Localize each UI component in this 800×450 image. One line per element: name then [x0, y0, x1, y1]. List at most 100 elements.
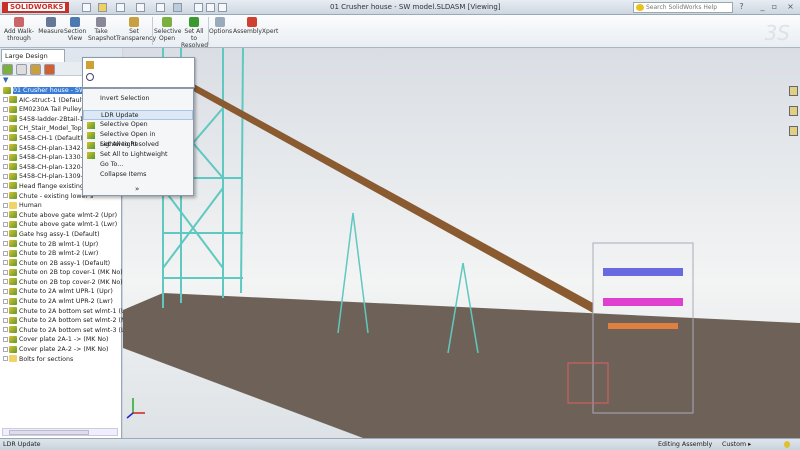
expand-icon[interactable] [3, 135, 8, 141]
menu-item-selective-open-in-lightweight[interactable]: Selective Open in Lightweight [83, 130, 193, 148]
tree-item[interactable]: Cover plate 2A-1 -> (MK No) [0, 335, 121, 345]
tree-item-label: Chute to 2A wlmt UPR-1 (Upr) [19, 288, 113, 296]
file-properties-icon[interactable] [206, 3, 215, 12]
expand-icon[interactable] [3, 346, 8, 352]
scene-tool-icon[interactable] [789, 126, 798, 136]
expand-icon[interactable] [3, 145, 8, 151]
tree-item[interactable]: Chute to 2B wlmt-1 (Upr) [0, 240, 121, 250]
expand-icon[interactable] [3, 356, 8, 362]
select-icon[interactable] [173, 3, 182, 12]
selective-open-button[interactable]: Selective Open [154, 17, 181, 42]
window-title: 01 Crusher house - SW model.SLDASM [View… [330, 3, 501, 11]
tree-item[interactable]: Human [0, 201, 121, 211]
appearance-tool-icon[interactable] [789, 106, 798, 116]
expand-icon[interactable] [3, 106, 8, 112]
print-icon[interactable] [136, 3, 145, 12]
expand-menu-chevron-icon[interactable]: » [135, 185, 139, 193]
component-icon [9, 316, 17, 324]
zoom-to-selection-icon[interactable] [86, 73, 94, 81]
expand-icon[interactable] [3, 193, 8, 199]
expand-icon[interactable] [3, 241, 8, 246]
expand-icon[interactable] [3, 336, 8, 342]
add-walkthrough-button[interactable]: Add Walk-through [2, 17, 36, 42]
expand-icon[interactable] [3, 164, 8, 170]
component-icon [9, 96, 17, 104]
measure-button[interactable]: Measure [38, 17, 64, 35]
expand-icon[interactable] [3, 202, 8, 208]
units-dropdown[interactable]: Custom ▸ [722, 439, 751, 450]
expand-icon[interactable] [3, 327, 8, 333]
expand-icon[interactable] [3, 212, 8, 218]
expand-icon[interactable] [3, 317, 8, 323]
horizontal-scrollbar[interactable] [2, 428, 118, 436]
tree-item[interactable]: Chute to 2A bottom set wlmt-1 (Upr) [0, 307, 135, 317]
tree-item[interactable]: Chute to 2A wlmt UPR-2 (Lwr) [0, 297, 121, 307]
component-icon [9, 268, 17, 276]
tree-item[interactable]: Chute on 2B top cover-1 (MK No) [0, 268, 123, 278]
menu-item-icon [87, 122, 95, 129]
help-icon[interactable]: ? [737, 3, 746, 12]
take-snapshot-button[interactable]: Take Snapshot [88, 17, 116, 42]
expand-icon[interactable] [3, 116, 8, 122]
search-help-input[interactable]: Search SolidWorks Help [633, 2, 733, 13]
options-icon[interactable] [218, 3, 227, 12]
menu-item-ldr-update[interactable]: LDR Update [83, 110, 193, 120]
tree-item[interactable]: Chute above gate wlmt-2 (Upr) [0, 211, 121, 221]
expand-icon[interactable] [3, 308, 8, 314]
view-tool-icon[interactable] [789, 86, 798, 96]
expand-icon[interactable] [3, 221, 8, 227]
configuration-manager-tab-icon[interactable] [30, 64, 41, 75]
expand-icon[interactable] [3, 154, 8, 160]
expand-icon[interactable] [3, 97, 8, 103]
expand-icon[interactable] [3, 250, 8, 256]
restore-button[interactable]: ▫ [770, 3, 779, 12]
tree-item[interactable]: Gate hsg assy-1 (Default) [0, 230, 121, 240]
expand-icon[interactable] [3, 231, 8, 237]
new-file-icon[interactable] [82, 3, 91, 12]
tree-item[interactable]: Chute to 2A bottom set wlmt-3 (Lwr) [0, 326, 135, 336]
tree-item[interactable]: Chute to 2B wlmt-2 (Lwr) [0, 249, 121, 259]
expand-icon[interactable] [3, 279, 8, 285]
tree-item[interactable]: Cover plate 2A-2 -> (MK No) [0, 345, 121, 355]
tree-item[interactable]: Chute on 2B assy-1 (Default) [0, 259, 121, 269]
save-icon[interactable] [116, 3, 125, 12]
tree-item[interactable]: Chute on 2B top cover-2 (MK No) [0, 278, 123, 288]
component-icon [9, 220, 17, 228]
feature-manager-tab-icon[interactable] [2, 64, 13, 75]
display-manager-tab-icon[interactable] [44, 64, 55, 75]
expand-icon[interactable] [3, 183, 8, 189]
options-button[interactable]: Options [209, 17, 232, 35]
tree-item[interactable]: Chute to 2A bottom set wlmt-2 (Mid) [0, 316, 135, 326]
menu-item-selective-open[interactable]: Selective Open [83, 120, 193, 130]
tree-item[interactable]: Bolts for sections [0, 355, 121, 365]
rebuild-status-icon[interactable] [784, 441, 790, 448]
property-manager-tab-icon[interactable] [16, 64, 27, 75]
menu-item-invert-selection[interactable]: Invert Selection [83, 94, 193, 104]
minimize-button[interactable]: _ [758, 3, 767, 12]
component-icon [9, 172, 17, 180]
section-view-button[interactable]: Section View [64, 17, 86, 42]
expand-icon[interactable] [3, 298, 8, 304]
expand-icon[interactable] [3, 288, 8, 294]
tree-item[interactable]: Chute to 2A wlmt UPR-1 (Upr) [0, 287, 121, 297]
set-transparency-button[interactable]: Set Transparency [116, 17, 156, 42]
tree-item[interactable]: Chute above gate wlmt-1 (Lwr) [0, 220, 121, 230]
rebuild-icon[interactable] [194, 3, 203, 12]
set-all-resolved-button[interactable]: Set All to Resolved [181, 17, 208, 49]
graphics-area[interactable] [123, 48, 800, 438]
menu-item-set-all-to-resolved[interactable]: Set All to Resolved [83, 140, 193, 150]
assemblyxpert-button[interactable]: AssemblyXpert [233, 17, 278, 35]
undo-icon[interactable] [156, 3, 165, 12]
menu-item-go-to[interactable]: Go To... [83, 160, 193, 170]
expand-icon[interactable] [3, 260, 8, 266]
expand-icon[interactable] [3, 269, 8, 275]
transparency-icon[interactable] [86, 61, 94, 69]
expand-icon[interactable] [3, 173, 8, 179]
close-button[interactable]: × [786, 3, 795, 12]
open-file-icon[interactable] [98, 3, 107, 12]
expand-icon[interactable] [3, 125, 8, 131]
tab-large-design-review[interactable]: Large Design Review [1, 49, 65, 72]
solidworks-logo[interactable]: SOLIDWORKS [2, 2, 70, 13]
menu-item-collapse-items[interactable]: Collapse Items [83, 170, 193, 180]
menu-item-set-all-to-lightweight[interactable]: Set All to Lightweight [83, 150, 193, 160]
